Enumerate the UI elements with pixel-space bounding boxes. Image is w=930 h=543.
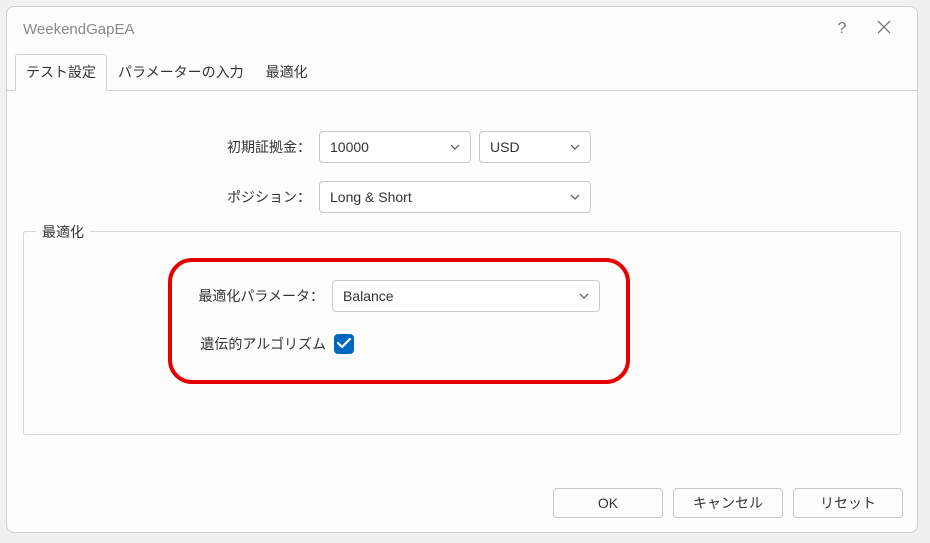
tab-test-settings[interactable]: テスト設定 — [15, 54, 107, 91]
checkmark-icon — [337, 337, 351, 352]
help-icon: ? — [838, 20, 847, 38]
chevron-down-icon — [579, 293, 589, 299]
optimization-group: 最適化 最適化パラメータ： Balance 遺伝的アルゴリズム — [23, 231, 901, 435]
tab-bar: テスト設定 パラメーターの入力 最適化 — [7, 53, 917, 91]
currency-select[interactable]: USD — [479, 131, 591, 163]
button-label: OK — [598, 495, 618, 511]
opt-param-select[interactable]: Balance — [332, 280, 600, 312]
row-genetic: 遺伝的アルゴリズム — [198, 334, 600, 354]
initial-margin-value: 10000 — [330, 139, 369, 155]
row-opt-param: 最適化パラメータ： Balance — [198, 280, 600, 312]
window-title: WeekendGapEA — [23, 21, 134, 38]
opt-param-label: 最適化パラメータ： — [198, 286, 332, 306]
genetic-checkbox[interactable] — [334, 334, 354, 354]
genetic-label: 遺伝的アルゴリズム — [198, 334, 334, 354]
tab-label: テスト設定 — [26, 64, 96, 80]
tab-label: 最適化 — [266, 64, 308, 80]
highlight-annotation: 最適化パラメータ： Balance 遺伝的アルゴリズム — [168, 258, 630, 384]
dialog-footer: OK キャンセル リセット — [7, 478, 917, 532]
dialog-window: WeekendGapEA ? テスト設定 パラメーターの入力 最適化 初期証拠金… — [6, 6, 918, 533]
row-initial-margin: 初期証拠金： 10000 USD — [23, 131, 901, 163]
close-icon — [877, 20, 891, 39]
currency-value: USD — [490, 139, 520, 155]
position-select[interactable]: Long & Short — [319, 181, 591, 213]
position-value: Long & Short — [330, 189, 412, 205]
tab-param-input[interactable]: パラメーターの入力 — [107, 54, 255, 91]
close-button[interactable] — [867, 12, 901, 46]
initial-margin-input[interactable]: 10000 — [319, 131, 471, 163]
tab-label: パラメーターの入力 — [118, 64, 244, 80]
button-label: キャンセル — [693, 493, 763, 513]
optimization-group-label: 最適化 — [36, 222, 90, 242]
tab-content: 初期証拠金： 10000 USD ポジション： Long & Short — [7, 91, 917, 478]
row-position: ポジション： Long & Short — [23, 181, 901, 213]
ok-button[interactable]: OK — [553, 488, 663, 518]
opt-param-value: Balance — [343, 288, 394, 304]
chevron-down-icon — [570, 144, 580, 150]
button-label: リセット — [820, 493, 876, 513]
reset-button[interactable]: リセット — [793, 488, 903, 518]
initial-margin-label: 初期証拠金： — [23, 137, 319, 157]
position-label: ポジション： — [23, 187, 319, 207]
cancel-button[interactable]: キャンセル — [673, 488, 783, 518]
chevron-down-icon — [450, 144, 460, 150]
chevron-down-icon — [570, 194, 580, 200]
help-button[interactable]: ? — [825, 12, 859, 46]
titlebar: WeekendGapEA ? — [7, 7, 917, 51]
tab-optimization[interactable]: 最適化 — [255, 54, 319, 91]
